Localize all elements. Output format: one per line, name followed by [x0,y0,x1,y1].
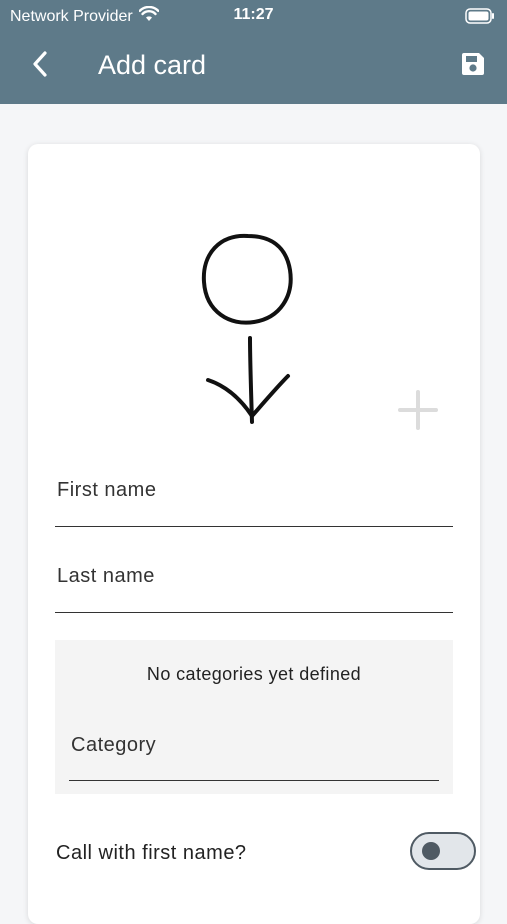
back-button[interactable] [22,46,58,86]
last-name-input[interactable] [55,540,453,612]
call-first-name-label: Call with first name? [56,842,247,864]
categories-empty-note: No categories yet defined [146,664,362,684]
last-name-field-container [55,540,453,613]
category-input[interactable] [69,710,439,780]
save-button[interactable] [457,50,489,82]
category-field-container [69,710,439,781]
first-name-field-container [55,454,453,527]
floppy-disk-icon [460,51,486,82]
call-first-name-switch[interactable] [410,832,476,870]
app-bar: Network Provider 11:27 Add card [0,0,507,104]
add-photo-button[interactable] [396,388,440,432]
add-card-form: No categories yet defined Call with firs… [28,144,480,924]
battery-icon [465,8,495,29]
chevron-left-icon [30,50,50,83]
status-time: 11:27 [233,6,274,23]
first-name-input[interactable] [55,454,453,526]
plus-icon [396,390,440,436]
category-section: No categories yet defined [55,640,453,794]
toolbar: Add card [0,32,507,104]
status-bar: Network Provider 11:27 [0,0,507,32]
switch-knob [422,842,440,860]
call-first-name-row: Call with first name? [56,832,476,876]
stick-figure-avatar-icon[interactable] [188,230,308,430]
page-title: Add card [98,50,207,80]
